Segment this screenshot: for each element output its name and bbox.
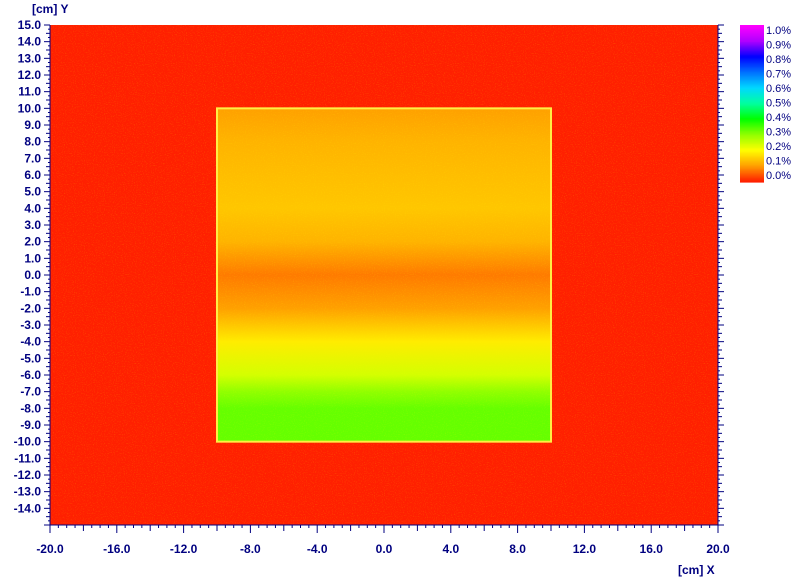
- y-axis: 15.0 14.0 13.0 12.0 11.0 10.0 9.0 8.0 7.0 6.0 5.0 4…: [14, 18, 51, 526]
- heatmap-chart: -20.0 -16.0 -12.0 -8.0 -4.0 0.0 4.0 8.0 12.0 16.0…: [14, 2, 792, 577]
- y-tick-label: -2.0: [20, 301, 41, 315]
- x-tick-label: -12.0: [170, 542, 198, 556]
- x-tick-label: 12.0: [573, 542, 597, 556]
- y-tick-label: 4.0: [24, 201, 41, 215]
- y-tick-label: 14.0: [18, 35, 42, 49]
- x-axis: -20.0 -16.0 -12.0 -8.0 -4.0 0.0 4.0 8.0 12.0 16.0…: [36, 524, 730, 556]
- y-tick-label: -11.0: [14, 451, 41, 465]
- y-tick-label: 12.0: [18, 68, 42, 82]
- colorbar-label: 0.6%: [766, 83, 791, 95]
- colorbar-label: 0.8%: [766, 54, 791, 66]
- y-axis-right: [717, 24, 724, 526]
- colorbar-label: 0.0%: [766, 170, 791, 182]
- colorbar-label: 1.0%: [766, 25, 791, 37]
- x-axis-title: [cm] X: [678, 563, 715, 577]
- colorbar-label: 0.9%: [766, 40, 791, 52]
- x-tick-label: -20.0: [36, 542, 64, 556]
- y-tick-label: -13.0: [14, 485, 42, 499]
- y-tick-label: 15.0: [18, 18, 42, 32]
- y-tick-label: 13.0: [18, 51, 42, 65]
- y-tick-label: 2.0: [24, 235, 41, 249]
- y-tick-label: -9.0: [20, 418, 41, 432]
- y-tick-label: 11.0: [18, 85, 41, 99]
- colorbar-label: 0.3%: [766, 127, 791, 139]
- x-tick-label: -16.0: [103, 542, 131, 556]
- colorbar-label: 0.2%: [766, 141, 791, 153]
- colorbar-label: 0.5%: [766, 98, 791, 110]
- y-tick-label: 6.0: [24, 168, 41, 182]
- y-tick-label: -6.0: [20, 368, 41, 382]
- plot-area-noise: [50, 25, 718, 525]
- x-tick-label: 4.0: [442, 542, 459, 556]
- y-tick-label: 1.0: [24, 251, 41, 265]
- y-tick-label: 5.0: [24, 185, 41, 199]
- y-tick-label: 8.0: [24, 135, 41, 149]
- x-tick-label: 16.0: [640, 542, 664, 556]
- colorbar-swatch: [740, 180, 764, 183]
- y-tick-label: -7.0: [20, 385, 41, 399]
- y-tick-label: -12.0: [14, 468, 42, 482]
- y-tick-label: -5.0: [20, 351, 41, 365]
- y-tick-label: -1.0: [20, 285, 41, 299]
- y-tick-label: 7.0: [24, 151, 41, 165]
- colorbar: 1.0% 0.9% 0.8% 0.7% 0.6% 0.5% 0.4% 0.3% 0.2% 0.1%…: [740, 25, 791, 183]
- y-tick-label: 10.0: [18, 101, 42, 115]
- y-axis-title: [cm] Y: [32, 2, 68, 16]
- y-tick-label: 9.0: [24, 118, 41, 132]
- y-tick-label: -3.0: [20, 318, 41, 332]
- x-tick-label: -8.0: [240, 542, 261, 556]
- x-tick-label: 20.0: [706, 542, 730, 556]
- x-tick-label: 0.0: [376, 542, 393, 556]
- colorbar-label: 0.7%: [766, 69, 791, 81]
- x-tick-label: 8.0: [509, 542, 526, 556]
- colorbar-label: 0.1%: [766, 156, 791, 168]
- colorbar-label: 0.4%: [766, 112, 791, 124]
- x-tick-label: -4.0: [307, 542, 328, 556]
- y-tick-label: 0.0: [24, 268, 41, 282]
- y-tick-label: -10.0: [14, 435, 42, 449]
- y-tick-label: 3.0: [24, 218, 41, 232]
- y-tick-label: -8.0: [20, 401, 41, 415]
- y-tick-label: -4.0: [20, 335, 41, 349]
- y-tick-label: -14.0: [14, 501, 42, 515]
